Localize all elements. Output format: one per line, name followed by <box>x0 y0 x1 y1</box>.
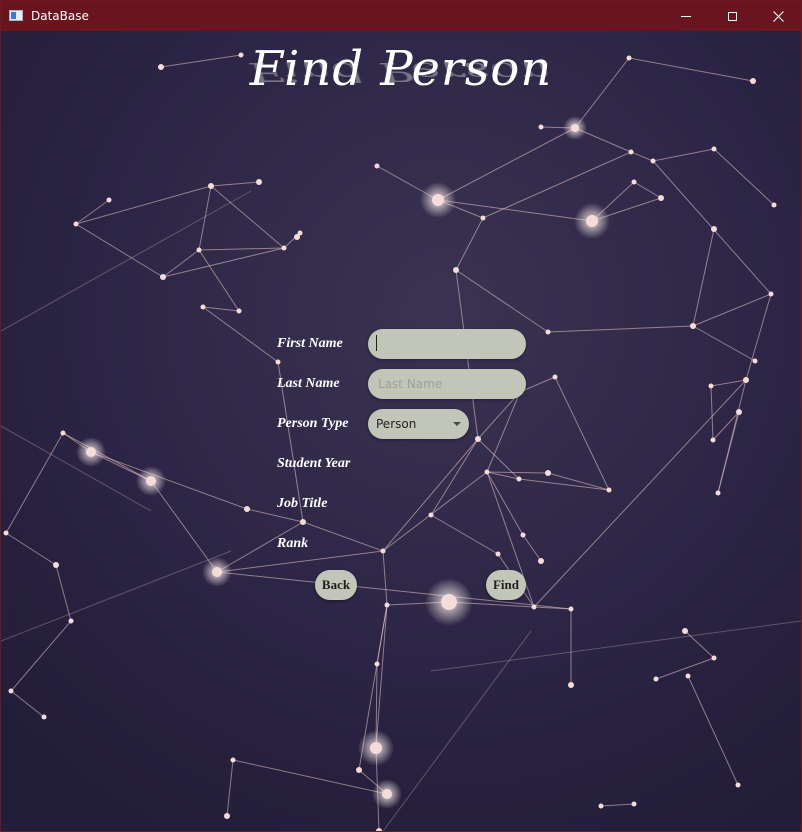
rank-label: Rank <box>277 536 309 551</box>
minimize-button[interactable] <box>663 1 709 31</box>
app-window-icon <box>9 10 23 21</box>
person-type-value: Person <box>376 417 417 431</box>
person-type-select[interactable]: Person <box>368 409 469 439</box>
close-icon <box>772 10 784 22</box>
maximize-icon <box>727 11 737 21</box>
find-button[interactable]: Find <box>486 570 526 600</box>
app-window: DataBase Find Person Find Person First N… <box>0 0 802 832</box>
job-title-label: Job Title <box>277 496 328 511</box>
student-year-label: Student Year <box>277 456 351 471</box>
title-bar[interactable]: DataBase <box>1 1 801 31</box>
close-button[interactable] <box>755 1 801 31</box>
page-title: Find Person <box>249 41 553 97</box>
text-caret <box>376 335 377 351</box>
chevron-down-icon <box>453 422 461 426</box>
last-name-label: Last Name <box>277 376 340 391</box>
last-name-field[interactable] <box>368 369 526 399</box>
person-type-label: Person Type <box>277 416 349 431</box>
first-name-label: First Name <box>277 336 343 351</box>
maximize-button[interactable] <box>709 1 755 31</box>
minimize-icon <box>681 15 691 17</box>
first-name-field[interactable] <box>368 329 526 359</box>
back-button[interactable]: Back <box>315 570 357 600</box>
window-title: DataBase <box>31 9 89 23</box>
